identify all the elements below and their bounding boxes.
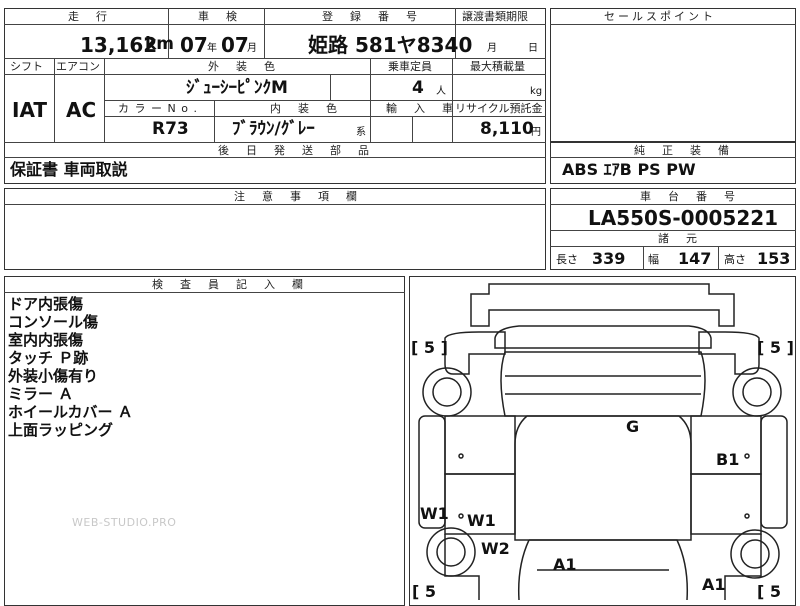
mark-w1-inner: W1 (467, 511, 496, 530)
interior-color-value: ﾌﾞﾗｳﾝ/ｸﾞﾚｰ (232, 119, 315, 139)
recycle-header: リサイクル預託金 (455, 102, 543, 115)
capacity-value: 4 (412, 78, 424, 98)
registration-header: 登 録 番 号 (322, 10, 420, 23)
chassis-header: 車 台 番 号 (640, 190, 738, 203)
inspector-note: タッチ Ｐ跡 (8, 349, 89, 367)
exterior-color-header: 外 装 色 (208, 60, 278, 73)
specs-header: 諸 元 (658, 232, 700, 245)
inspection-header: 車 検 (198, 10, 240, 23)
height-label: 高さ (724, 253, 746, 266)
grade-mark-bottom-right: [ 5 (757, 582, 782, 601)
inspector-note: 外装小傷有り (8, 367, 99, 385)
right-side-body (698, 331, 760, 375)
hood-outline (494, 325, 712, 349)
later-parts-header: 後 日 発 送 部 品 (218, 144, 372, 157)
width-value: 147 (678, 249, 712, 268)
mark-w1-left: W1 (420, 504, 449, 523)
front-left-wheel (422, 367, 472, 417)
mark-w2: W2 (481, 539, 510, 558)
mileage-header: 走 行 (68, 10, 110, 23)
interior-color-header: 内 装 色 (270, 102, 340, 115)
exterior-color-value: ｼﾞｭｰｼｰﾋﾟﾝｸM (186, 78, 288, 98)
grade-mark-top-left: [ 5 ] (411, 338, 448, 357)
shift-header: シフト (10, 60, 43, 73)
transfer-day-unit: 日 (528, 43, 538, 54)
inspector-note: ミラー Ａ (8, 385, 74, 403)
plate-number: 姫路 581ヤ8340 (308, 33, 473, 57)
inspector-note: ホイールカバー Ａ (8, 403, 133, 421)
ac-value: AC (66, 98, 97, 122)
sales-point-header: セールスポイント (604, 10, 716, 23)
capacity-unit: 人 (436, 86, 446, 97)
ac-header: エアコン (56, 60, 100, 73)
inspection-month: 07 (221, 33, 249, 57)
right-sill (760, 415, 788, 529)
grade-mark-top-right: [ 5 ] (757, 338, 794, 357)
windshield-outline (500, 351, 706, 417)
inspector-note: コンソール傷 (8, 313, 99, 331)
equipment-value: ABS ｴｱB PS PW (562, 160, 696, 179)
recycle-unit: 円 (531, 127, 541, 138)
rear-right-wheel (730, 529, 780, 579)
cabin-outline (514, 415, 692, 541)
import-header: 輸 入 車 (386, 102, 456, 115)
inspector-notes-list: ドア内張傷 コンソール傷 室内内張傷 タッチ Ｐ跡 外装小傷有り ミラー Ａ ホ… (8, 295, 133, 439)
mileage-unit: km (145, 34, 175, 54)
transfer-month-unit: 月 (487, 43, 497, 54)
later-parts-value: 保証書 車両取説 (10, 160, 128, 179)
watermark: WEB-STUDIO.PRO (72, 516, 177, 529)
inspector-note: 室内内張傷 (8, 331, 84, 349)
mark-a1-right: A1 (702, 575, 726, 594)
inspection-year: 07 (180, 33, 208, 57)
left-mirror (444, 415, 516, 475)
shift-value: IAT (12, 98, 48, 122)
length-label: 長さ (556, 253, 578, 266)
color-no-header: カ ラ ー N o . (118, 102, 198, 115)
load-unit: kg (530, 86, 543, 97)
inspector-note: 上面ラッピング (8, 421, 114, 439)
color-no-value: R73 (152, 119, 189, 139)
length-value: 339 (592, 249, 626, 268)
mark-g: G (626, 417, 640, 436)
capacity-header: 乗車定員 (388, 60, 432, 73)
inspection-year-unit: 年 (207, 43, 217, 54)
front-right-wheel (732, 367, 782, 417)
rear-left-wheel (426, 527, 476, 577)
grade-mark-bottom-left: [ 5 (412, 582, 437, 601)
equipment-header: 純 正 装 備 (634, 144, 732, 157)
chassis-number: LA550S-0005221 (588, 206, 779, 230)
height-value: 153 (757, 249, 791, 268)
width-label: 幅 (648, 253, 659, 266)
car-damage-diagram (418, 283, 788, 600)
inspection-month-unit: 月 (247, 43, 257, 54)
sales-point-panel (550, 8, 796, 142)
inspector-header: 検 査 員 記 入 欄 (152, 278, 306, 291)
mark-a1-left: A1 (553, 555, 577, 574)
mark-b1: B1 (716, 450, 740, 469)
load-header: 最大積載量 (470, 60, 525, 73)
notes-header: 注 意 事 項 欄 (234, 190, 360, 203)
inspector-note: ドア内張傷 (8, 295, 84, 313)
transfer-deadline-header: 譲渡書類期限 (462, 10, 528, 23)
interior-color-suffix: 系 (356, 127, 366, 138)
recycle-value: 8,110 (480, 119, 534, 139)
front-bumper-outline (470, 283, 735, 327)
left-side-body (444, 331, 506, 375)
